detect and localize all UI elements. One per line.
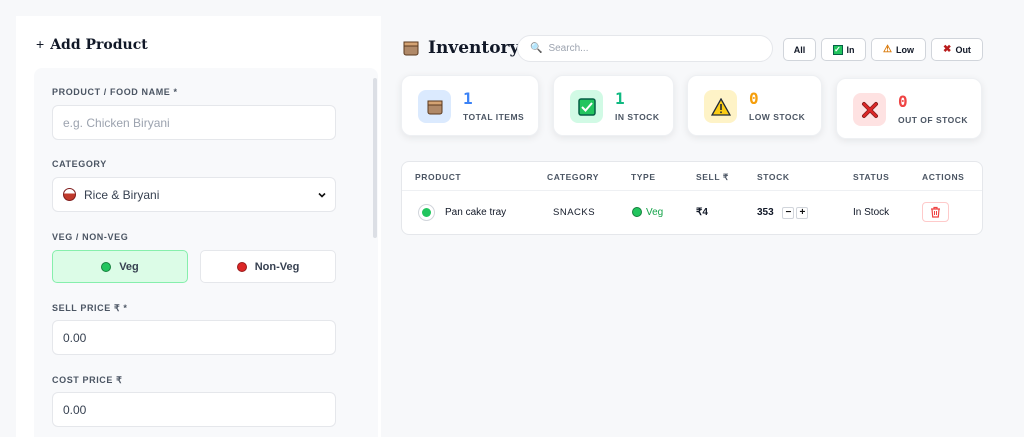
low-stock-card: 0 LOW STOCK <box>687 75 822 136</box>
cost-price-input[interactable] <box>52 392 336 427</box>
col-status: STATUS <box>853 172 890 182</box>
filter-all-button[interactable]: All <box>783 38 816 61</box>
search-icon: 🔍 <box>530 43 543 54</box>
total-items-card: 1 TOTAL ITEMS <box>401 75 539 136</box>
veg-dot-icon <box>632 207 642 217</box>
product-form: PRODUCT / FOOD NAME * CATEGORY Rice & Bi… <box>34 68 378 437</box>
category-label: CATEGORY <box>52 159 107 169</box>
inventory-table: PRODUCT CATEGORY TYPE SELL ₹ STOCK STATU… <box>401 161 983 235</box>
in-stock-label: IN STOCK <box>615 112 660 122</box>
add-product-panel: +Add Product PRODUCT / FOOD NAME * CATEG… <box>16 16 381 437</box>
sell-price-input[interactable] <box>52 320 336 355</box>
inventory-title: Inventory <box>402 38 519 58</box>
out-of-stock-value: 0 <box>898 92 908 111</box>
nonveg-toggle-button[interactable]: Non-Veg <box>200 250 336 283</box>
low-stock-label: LOW STOCK <box>749 112 806 122</box>
decrease-stock-button[interactable]: − <box>782 207 795 219</box>
col-product: PRODUCT <box>415 172 462 182</box>
header-divider <box>402 190 982 191</box>
category-select[interactable]: Rice & Biryani <box>52 177 336 212</box>
delete-button[interactable] <box>922 202 949 222</box>
product-name-input[interactable] <box>52 105 336 140</box>
out-of-stock-card: 0 OUT OF STOCK <box>836 78 982 139</box>
type-cell: Veg <box>632 207 663 218</box>
cross-icon: ✖ <box>943 44 952 55</box>
box-icon <box>403 41 419 56</box>
green-dot-icon <box>101 261 112 272</box>
filter-in-button[interactable]: ✓ In <box>821 38 866 61</box>
col-sell: SELL ₹ <box>696 172 729 182</box>
filter-low-button[interactable]: ⚠ Low <box>871 38 926 61</box>
product-name-cell: Pan cake tray <box>445 207 507 218</box>
total-items-value: 1 <box>463 89 473 108</box>
category-value: Rice & Biryani <box>84 187 160 202</box>
search-input[interactable]: 🔍 Search... <box>517 35 773 62</box>
veg-label: VEG / NON-VEG <box>52 232 129 242</box>
plus-icon: + <box>36 36 45 52</box>
warning-icon <box>704 90 737 123</box>
warning-icon: ⚠ <box>883 44 892 55</box>
col-stock: STOCK <box>757 172 790 182</box>
total-items-label: TOTAL ITEMS <box>463 112 525 122</box>
veg-toggle-button[interactable]: Veg <box>52 250 188 283</box>
status-cell: In Stock <box>853 207 890 218</box>
trash-icon <box>931 206 940 218</box>
col-actions: ACTIONS <box>922 172 965 182</box>
box-icon <box>418 90 451 123</box>
in-stock-card: 1 IN STOCK <box>553 75 674 136</box>
in-stock-indicator <box>422 208 431 217</box>
cost-price-label: COST PRICE ₹ <box>52 375 123 385</box>
rice-bowl-icon <box>63 187 76 201</box>
increase-stock-button[interactable]: + <box>796 207 809 219</box>
out-of-stock-label: OUT OF STOCK <box>898 115 969 125</box>
red-dot-icon <box>236 261 247 272</box>
sell-price-label: SELL PRICE ₹ * <box>52 303 128 313</box>
category-cell: SNACKS <box>553 207 596 218</box>
in-stock-value: 1 <box>615 89 625 108</box>
low-stock-value: 0 <box>749 89 759 108</box>
col-type: TYPE <box>631 172 656 182</box>
sell-cell: ₹4 <box>696 207 708 218</box>
check-icon <box>570 90 603 123</box>
filter-out-button[interactable]: ✖ Out <box>931 38 983 61</box>
add-product-title: + Add Product <box>36 36 148 53</box>
stock-cell: 353 − + <box>757 207 809 219</box>
chevron-down-icon <box>318 192 326 198</box>
name-label: PRODUCT / FOOD NAME * <box>52 87 178 97</box>
col-category: CATEGORY <box>547 172 600 182</box>
cross-icon <box>853 93 886 126</box>
form-scrollbar[interactable] <box>373 78 377 238</box>
check-icon: ✓ <box>832 44 843 55</box>
